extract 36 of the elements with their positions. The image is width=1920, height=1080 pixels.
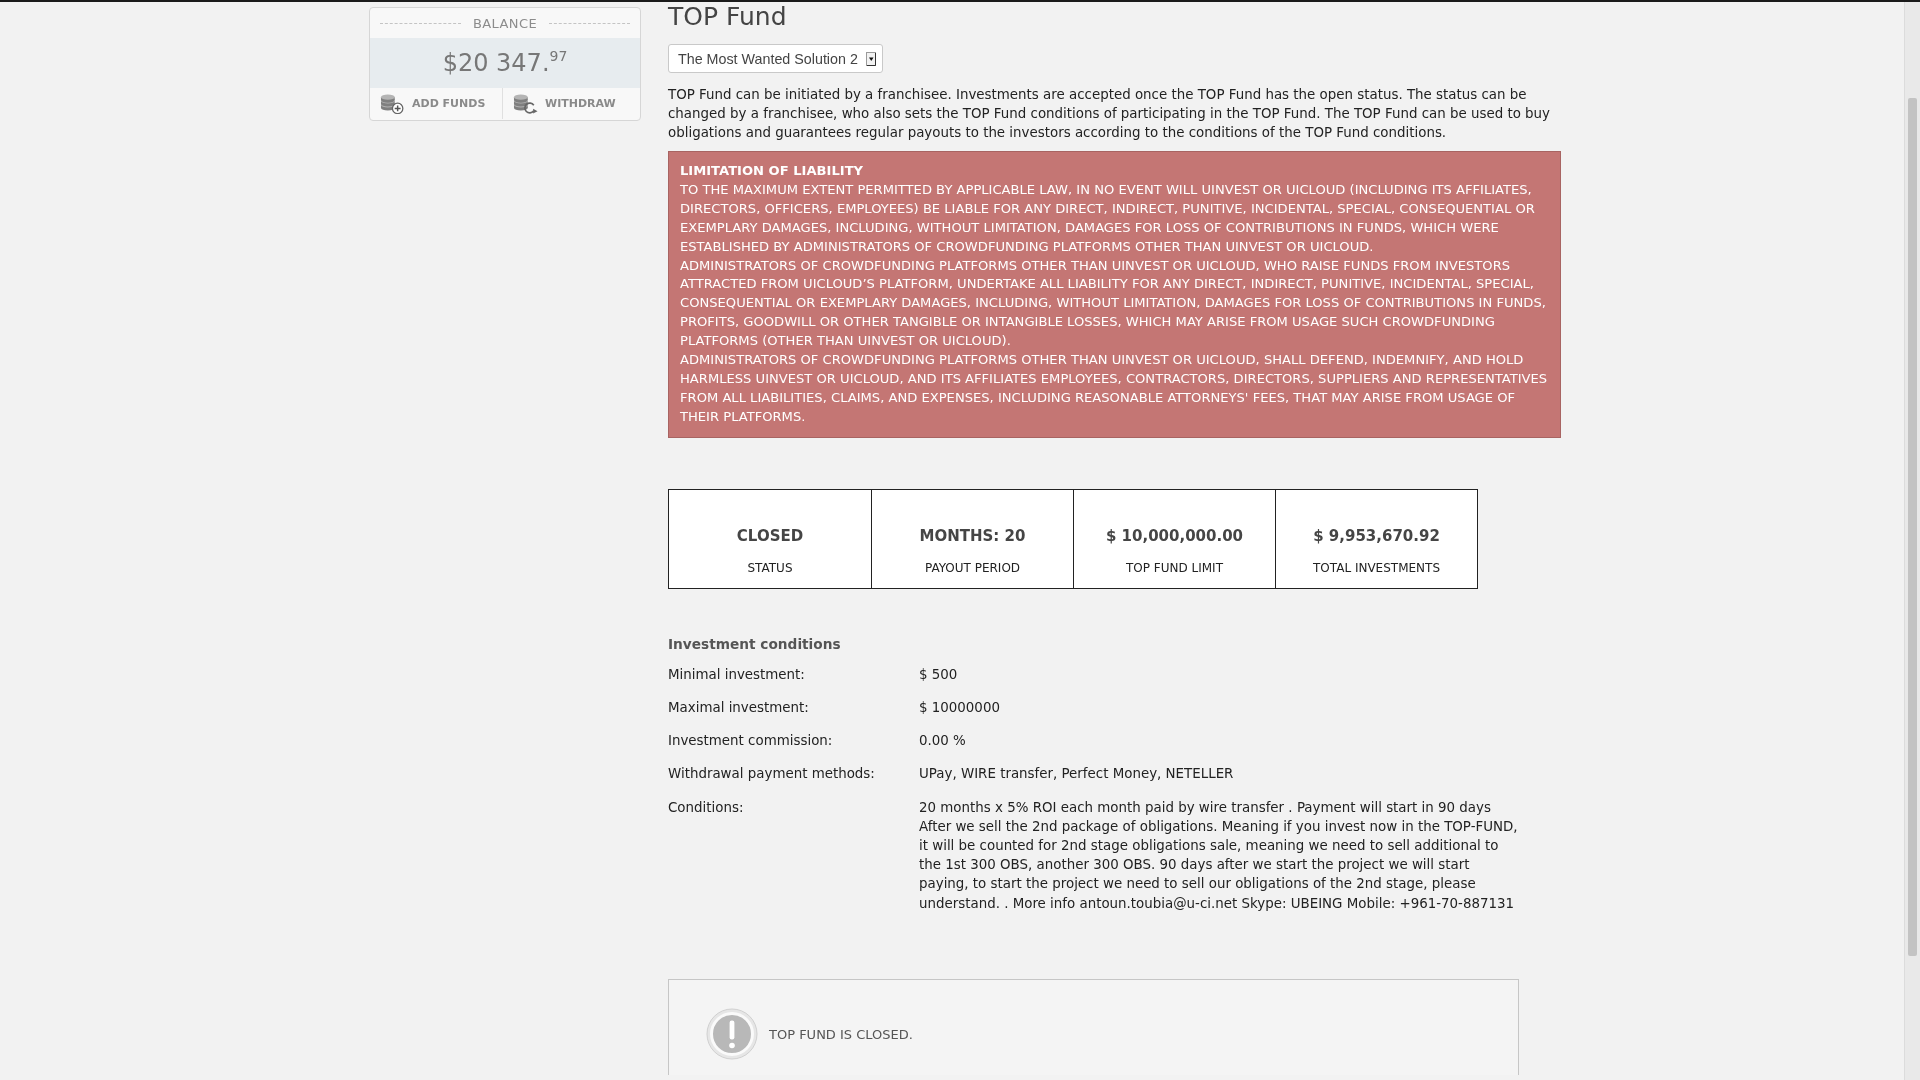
stat-label: TOTAL INVESTMENTS [1312, 559, 1441, 576]
condition-value: 20 months x 5% ROI each month paid by wire transfer . Payment will start in 90 days After we sell the 2nd package of obligations. Meaning if you invest now in the TOP-FUND, it will be counted for 2nd stage obligations sale, meaning we need to sell additional to the 1st 300 OBS, another 300 OBS. 90 days after we start the project we will start paying, to start the project we need to sell our obligations of the 2nd stage, please understand. . More info antoun.toubia@u-ci.net Skype: UBEING Mobile: +961-70-887131 [919, 798, 1519, 913]
stat-label: STATUS [746, 559, 794, 576]
add-funds-button[interactable]: ADD FUNDS [370, 88, 503, 119]
condition-label: Minimal investment: [668, 665, 806, 684]
liability-paragraph: TO THE MAXIMUM EXTENT PERMITTED BY APPLICABLE LAW, IN NO EVENT WILL UINVEST OR UICLOUD (INCLUDING ITS AFFILIATES, DIRECTORS, OFFICERS, EMPLOYEES) BE LIABLE FOR ANY DIRECT, INDIRECT, PUNITIVE, INCIDENTAL, SPECIAL, CONSEQUENTIAL OR EXEMPLARY DAMAGES, INCLUDING, WITHOUT LIMITATION, DAMAGES FOR LOSS OF CONTRIBUTIONS IN FUNDS, WHICH WERE ESTABLISHED BY ADMINISTRATORS OF CROWDFUNDING PLATFORMS OTHER THAN UINVEST OR UICLOUD. [680, 180, 1536, 256]
condition-label: Conditions: [668, 798, 745, 817]
condition-label: Investment commission: [668, 732, 834, 751]
condition-value: $ 500 [919, 665, 959, 684]
conditions-title: Investment conditions [668, 634, 842, 654]
stat-value: CLOSED [735, 525, 805, 547]
balance-amount: $20 347.$^{97}$ [442, 49, 568, 77]
condition-value: 0.00 % [919, 732, 967, 751]
liability-title: LIMITATION OF LIABILITY [680, 162, 865, 180]
stat-value: $ 9,953,670.92 [1312, 525, 1441, 547]
stat-value: $ 10,000,000.00 [1104, 525, 1245, 547]
page-title: TOP Fund [668, 2, 788, 32]
balance-label: BALANCE [472, 15, 538, 31]
liability-paragraph: ADMINISTRATORS OF CROWDFUNDING PLATFORMS OTHER THAN UINVEST OR UICLOUD, SHALL DEFEND, INDEMNIFY, AND HOLD HARMLESS UINVEST OR UICLOUD, AND ITS AFFILIATES EMPLOYEES, CONTRACTORS, DIRECTORS, SUPPLIERS AND REPRESENTATIVES FROM ALL LIABILITIES, CLAIMS, AND EXPENSES, INCLUDING REASONABLE ATTORNEYS' FEES, THAT MAY ARISE FROM USAGE OF THEIR PLATFORMS. [680, 351, 1549, 426]
stat-label: TOP FUND LIMIT [1125, 559, 1224, 576]
caret-icon [865, 51, 876, 66]
scrollbar-thumb[interactable] [1908, 98, 1917, 956]
condition-label: Withdrawal payment methods: [668, 765, 876, 784]
condition-value: $ 10000000 [919, 698, 1001, 717]
condition-value: UPay, WIRE transfer, Perfect Money, NETELLER [919, 765, 1235, 784]
coins-arrow-icon [513, 93, 538, 114]
condition-label: Maximal investment: [668, 698, 810, 717]
coins-plus-icon [380, 93, 405, 114]
liability-paragraph: ADMINISTRATORS OF CROWDFUNDING PLATFORMS OTHER THAN UINVEST OR UICLOUD, WHO RAISE FUNDS FROM INVESTORS ATTRACTED FROM UICLOUD’S PLATFORM, UNDERTAKE ALL LIABILITY FOR ANY DIRECT, INDIRECT, PUNITIVE, INCIDENTAL, SPECIAL, CONSEQUENTIAL OR EXEMPLARY DAMAGES, INCLUDING, WITHOUT LIMITATION, DAMAGES FOR LOSS OF CONTRIBUTIONS IN FUNDS, PROFITS, GOODWILL OR OTHER TANGIBLE OR INTANGIBLE LOSSES, WHICH MAY ARISE FROM USAGE SUCH CROWDFUNDING PLATFORMS (OTHER THAN UINVEST OR UICLOUD). [680, 256, 1547, 351]
stat-value: MONTHS: 20 [918, 525, 1027, 547]
notice-text: TOP FUND IS CLOSED. [769, 1025, 913, 1043]
intro-text: TOP Fund can be initiated by a franchisee. Investments are accepted once the TOP Fund has the open status. The status can be changed by a franchisee, who also sets the TOP Fund conditions of participating in the TOP Fund. The TOP Fund can be used to buy obligations and guarantees regular payouts to the investors according to the conditions of the TOP Fund conditions. [668, 86, 1552, 142]
withdraw-button[interactable]: WITHDRAW [503, 88, 640, 119]
alert-icon [706, 1007, 758, 1060]
stat-label: PAYOUT PERIOD [923, 559, 1022, 576]
fund-select[interactable]: The Most Wanted Solution 2 [668, 44, 883, 73]
